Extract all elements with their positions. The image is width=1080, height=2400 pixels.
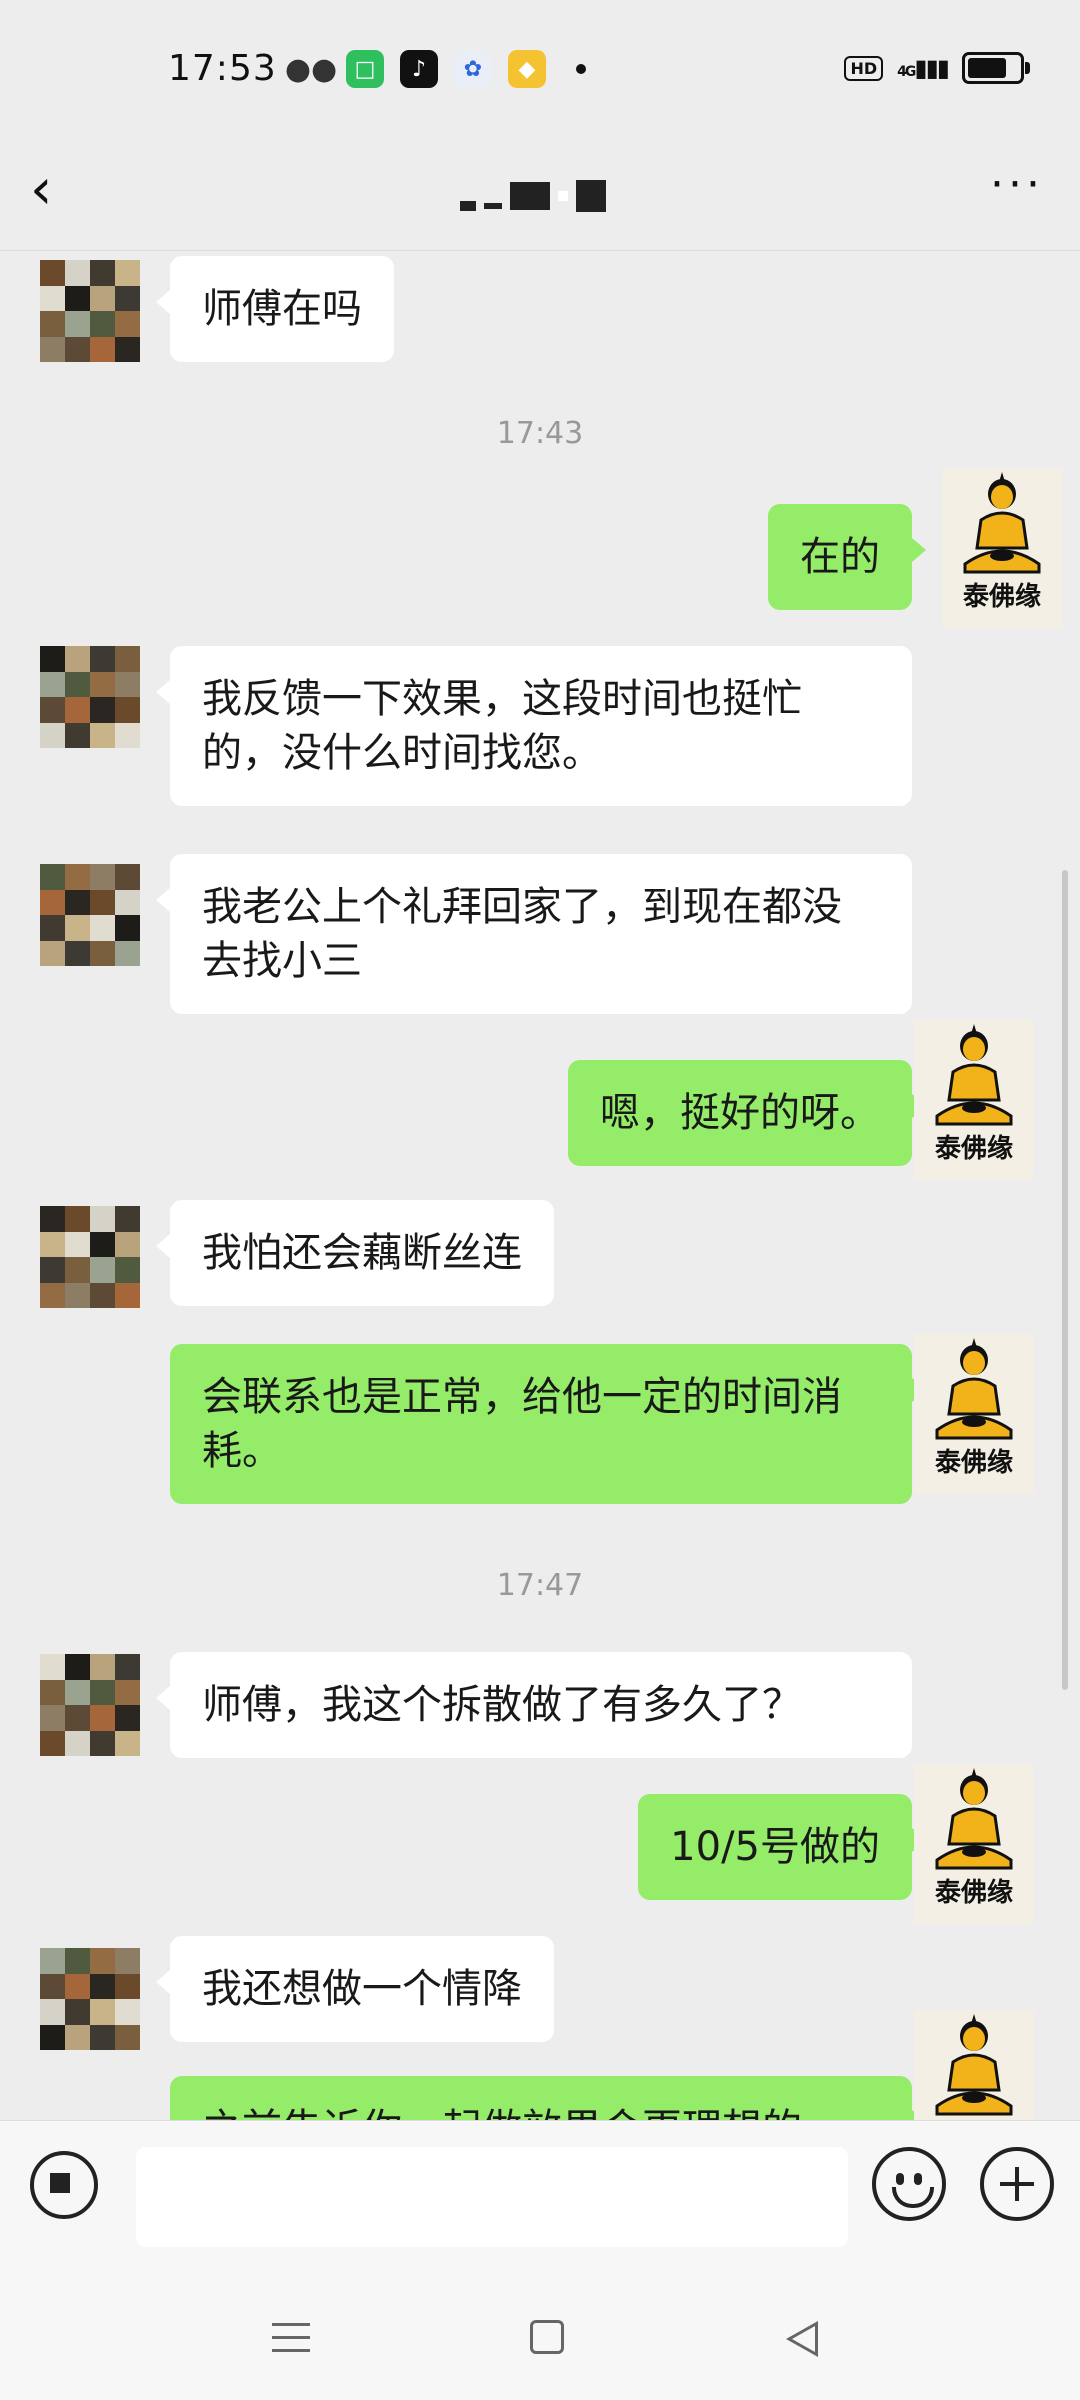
my-avatar[interactable]: 泰佛缘 (914, 1020, 1034, 1180)
contact-avatar[interactable] (40, 864, 140, 966)
chat-messages[interactable]: 师傅在吗 17:43 在的 泰佛缘 我反馈一下效果，这段时间也挺忙的，没什么时间… (0, 250, 1080, 2120)
avatar-caption: 泰佛缘 (934, 1448, 1013, 1478)
buddha-icon (935, 1024, 1013, 1126)
back-triangle-icon[interactable] (786, 2321, 818, 2357)
system-nav-bar (0, 2275, 1080, 2400)
message-bubble-left: 师傅，我这个拆散做了有多久了？ (156, 1652, 912, 1758)
contact-avatar[interactable] (40, 646, 140, 748)
my-avatar[interactable]: 泰佛缘 (914, 1334, 1034, 1494)
baidu-icon: ✿ (454, 50, 492, 88)
status-bar: 17:53 ●● □ ♪ ✿ ◆ HD 4G▮▮▮ (0, 0, 1080, 145)
message-input[interactable] (136, 2147, 848, 2247)
buddha-icon (963, 472, 1041, 574)
message-bubble-right: 嗯，挺好的呀。 (568, 1060, 926, 1166)
avatar-caption: 泰佛缘 (934, 1878, 1013, 1908)
avatar-caption: 泰佛缘 (934, 1134, 1013, 1164)
coupon-icon: ◆ (508, 50, 546, 88)
clock: 17:53 (168, 48, 277, 89)
message-bubble-left: 我怕还会藕断丝连 (156, 1200, 554, 1306)
my-avatar[interactable]: 泰佛缘 (914, 2010, 1034, 2120)
avatar-caption: 泰佛缘 (962, 582, 1041, 612)
message-bubble-right: 10/5号做的 (638, 1794, 926, 1900)
contact-avatar[interactable] (40, 1948, 140, 2050)
system-indicators: HD 4G▮▮▮ (844, 52, 1030, 84)
chat-scrollbar[interactable] (1062, 870, 1068, 1690)
back-arrow-icon[interactable]: ‹ (30, 157, 52, 222)
message-bubble-right: 在的 (768, 504, 926, 610)
plus-icon[interactable] (980, 2147, 1054, 2221)
message-bubble-right: 会联系也是正常，给他一定的时间消耗。 (170, 1344, 926, 1504)
menu-icon[interactable] (272, 2323, 310, 2353)
buddha-icon (935, 1338, 1013, 1440)
my-avatar[interactable]: 泰佛缘 (942, 468, 1062, 628)
my-avatar[interactable]: 泰佛缘 (914, 1764, 1034, 1924)
message-bubble-left: 我反馈一下效果，这段时间也挺忙的，没什么时间找您。 (156, 646, 912, 806)
message-bubble-right: 之前告诉你一起做效果会更理想的 (170, 2076, 926, 2120)
buddha-icon (935, 2014, 1013, 2116)
app-store-icon: □ (346, 50, 384, 88)
chat-header: ‹ ··· (0, 145, 1080, 251)
message-bubble-left: 我老公上个礼拜回家了，到现在都没去找小三 (156, 854, 912, 1014)
message-bubble-left: 我还想做一个情降 (156, 1936, 554, 2042)
contact-avatar[interactable] (40, 1654, 140, 1756)
more-notifications-dot (576, 64, 586, 74)
signal-icon: 4G▮▮▮ (897, 54, 950, 82)
voice-icon[interactable] (30, 2151, 98, 2219)
battery-icon (962, 52, 1030, 84)
tiktok-icon: ♪ (400, 50, 438, 88)
buddha-icon (935, 1768, 1013, 1870)
more-dots-icon[interactable]: ··· (990, 159, 1044, 210)
notification-icons: ●● □ ♪ ✿ ◆ (284, 50, 586, 88)
home-icon[interactable] (530, 2320, 564, 2354)
contact-avatar[interactable] (40, 260, 140, 362)
emoji-icon[interactable] (872, 2147, 946, 2221)
contact-avatar[interactable] (40, 1206, 140, 1308)
timestamp: 17:47 (496, 1568, 584, 1603)
message-input-bar (0, 2120, 1080, 2276)
message-bubble-left: 师傅在吗 (156, 256, 394, 362)
timestamp: 17:43 (496, 416, 584, 451)
contact-name-redacted (460, 180, 606, 212)
wechat-icon: ●● (284, 51, 338, 87)
hd-badge: HD (844, 55, 884, 81)
